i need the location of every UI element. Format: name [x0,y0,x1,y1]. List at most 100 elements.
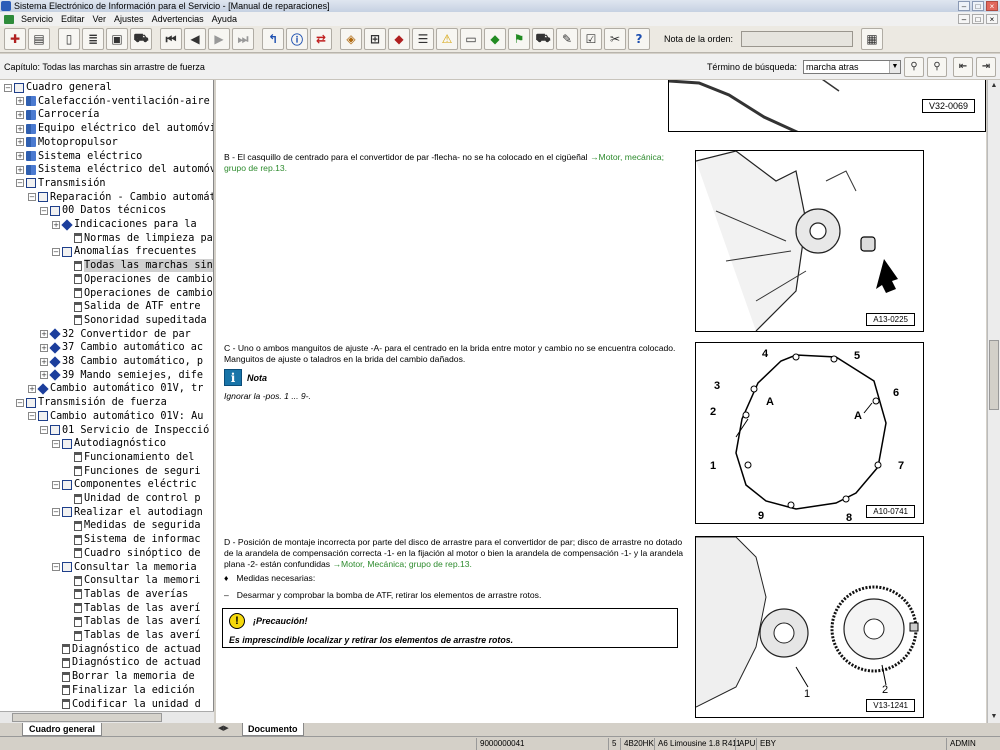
first-page-icon[interactable]: ⏮ [160,28,182,50]
clipboard-icon[interactable]: ▣ [106,28,128,50]
expand-icon[interactable]: + [16,138,24,147]
expand-right-icon[interactable]: ⇥ [976,56,996,77]
tree-item[interactable]: + Calefacción-ventilación-aire [16,95,210,108]
tab-cuadro-general[interactable]: Cuadro general [22,723,103,736]
menu-ver[interactable]: Ver [89,14,111,24]
wrench-icon[interactable]: ✚ [4,28,26,50]
expand-icon[interactable]: + [52,220,60,229]
green-book-icon[interactable]: ◆ [484,28,506,50]
tree-item[interactable]: + Sistema eléctrico del automóvil [16,163,213,176]
menu-advertencias[interactable]: Advertencias [148,14,208,24]
tree-item[interactable]: +32 Convertidor de par [40,328,191,341]
tree-item[interactable]: + Cambio automático 01V, tr [28,382,203,395]
collapse-icon[interactable]: − [40,206,48,215]
search-term-select[interactable]: marcha atras ▼ [803,59,901,74]
tree-item[interactable]: +Finalizar la edición [52,684,195,697]
tree-item[interactable]: +Codificar la unidad d [52,698,201,711]
car-service-icon[interactable]: ⛟ [532,28,554,50]
prev-page-icon[interactable]: ◀ [184,28,206,50]
order-calculator-icon[interactable]: ▦ [861,28,884,50]
expand-icon[interactable]: + [16,165,24,174]
expand-icon[interactable]: + [40,343,48,352]
collapse-icon[interactable]: − [52,480,60,489]
collapse-icon[interactable]: − [52,247,60,256]
tree-item[interactable]: +Diagnóstico de actuad [52,656,201,669]
menu-ajustes[interactable]: Ajustes [110,14,148,24]
tree-item[interactable]: +Tablas de las averí [64,602,201,615]
collapse-icon[interactable]: − [28,412,36,421]
scroll-up-icon[interactable]: ▲ [989,81,999,91]
expand-icon[interactable]: + [16,110,24,119]
tree-item[interactable]: +Borrar la memoria de [52,670,195,683]
menu-ayuda[interactable]: Ayuda [208,14,241,24]
tree-item[interactable]: +38 Cambio automático, p [40,355,203,368]
document-vertical-scrollbar[interactable]: ▲ ▼ [987,80,1000,723]
collapse-icon[interactable]: − [28,193,36,202]
search-next-icon[interactable]: ⚲ [927,56,947,77]
tree-item[interactable]: +Todas las marchas sin [64,259,213,273]
last-page-icon[interactable]: ⏭ [232,28,254,50]
tree-item[interactable]: +Tablas de las averí [64,615,201,628]
tree-item[interactable]: +Normas de limpieza para [64,232,213,245]
tree-item[interactable]: − Anomalías frecuentes [52,245,197,258]
tree-item[interactable]: − Autodiagnóstico [52,437,166,450]
tree-item[interactable]: +39 Mando semiejes, dife [40,369,203,382]
warning-icon[interactable]: ⚠ [436,28,458,50]
flag-icon[interactable]: ⚑ [508,28,530,50]
help-icon[interactable]: ? [628,28,650,50]
tree-item[interactable]: − Reparación - Cambio automático [28,191,213,204]
collapse-icon[interactable]: − [4,83,12,92]
tree-item[interactable]: +Funciones de seguri [64,465,201,478]
tools-icon[interactable]: ✂ [604,28,626,50]
tree-item[interactable]: +Tablas de averías [64,588,188,601]
tree-item[interactable]: − Cuadro general [4,81,112,94]
doc-close-button[interactable]: × [986,14,998,24]
tree-item[interactable]: +Salida de ATF entre [64,300,201,313]
tree-horizontal-scrollbar[interactable] [0,711,214,723]
tree-item[interactable]: − Transmisión [16,177,105,190]
collapse-left-icon[interactable]: ⇤ [953,56,973,77]
tree-item[interactable]: +Funcionamiento del [64,451,194,464]
info-icon[interactable]: ⓘ [286,28,308,50]
car-icon[interactable]: ⛟ [130,28,152,50]
expand-icon[interactable]: + [28,384,36,393]
expand-icon[interactable]: + [40,357,48,366]
collapse-icon[interactable]: − [52,563,60,571]
tree-item[interactable]: − Transmisión de fuerza [16,396,167,409]
tree-item[interactable]: + Indicaciones para la [52,218,197,231]
collapse-icon[interactable]: − [16,179,24,188]
list-icon[interactable]: ☰ [412,28,434,50]
tab-documento[interactable]: Documento [242,723,304,736]
expand-icon[interactable]: + [40,371,48,380]
tree-item[interactable]: +37 Cambio automático ac [40,341,203,354]
tree-item[interactable]: − 01 Servicio de Inspecció [40,424,209,437]
collapse-icon[interactable]: − [52,508,60,517]
edit-icon[interactable]: ✎ [556,28,578,50]
swap-icon[interactable]: ⇄ [310,28,332,50]
back-icon[interactable]: ↰ [262,28,284,50]
menu-servicio[interactable]: Servicio [17,14,57,24]
tree-item[interactable]: + Equipo eléctrico del automóvil [16,122,213,135]
chevron-down-icon[interactable]: ▼ [889,60,900,73]
tab-nav-arrows-icon[interactable]: ◀▶ [218,724,229,732]
tree-item[interactable]: − Realizar el autodiagn [52,506,203,519]
tree-item[interactable]: +Tablas de las averí [64,629,201,642]
next-page-icon[interactable]: ▶ [208,28,230,50]
menu-editar[interactable]: Editar [57,14,89,24]
new-doc-icon[interactable]: ▯ [58,28,80,50]
notes-icon[interactable]: ≣ [82,28,104,50]
tree-item[interactable]: + Motopropulsor [16,136,118,149]
tree-item[interactable]: +Cuadro sinóptico de [64,547,201,560]
expand-icon[interactable]: + [16,124,24,133]
section-d-link[interactable]: →Motor, Mecánica; grupo de rep.13. [332,559,472,569]
expand-icon[interactable]: + [40,330,48,339]
tree-item[interactable]: +Operaciones de cambio [64,287,213,300]
collapse-icon[interactable]: − [52,439,60,448]
tree-item[interactable]: − Consultar la memoria [52,561,197,574]
tree-item[interactable]: +Unidad de control p [64,492,201,505]
minimize-button[interactable]: – [958,1,970,11]
expand-icon[interactable]: + [16,97,24,106]
tree-item[interactable]: +Operaciones de cambio [64,273,213,286]
tree-item[interactable]: − Componentes eléctric [52,478,197,491]
tree-item[interactable]: − Cambio automático 01V: Au [28,410,203,423]
